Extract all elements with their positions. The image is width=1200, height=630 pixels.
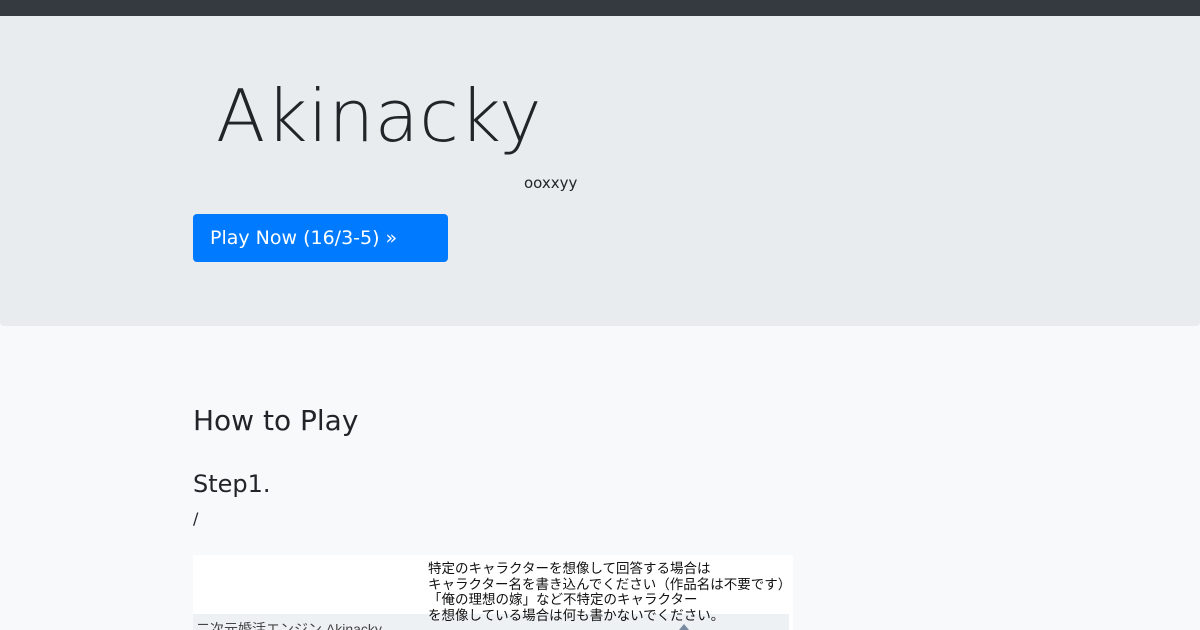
site-title: Akinacky bbox=[216, 74, 543, 158]
site-subtitle: ooxxyy bbox=[524, 174, 578, 192]
top-navbar bbox=[0, 0, 1200, 16]
instruction-line-4: を想像している場合は何も書かないでください。 bbox=[428, 607, 725, 624]
play-now-button[interactable]: Play Now (16/3-5) » bbox=[193, 214, 448, 262]
screenshot-instructions: 特定のキャラクターを想像して回答する場合は キャラクター名を書き込んでください（… bbox=[428, 561, 792, 624]
instruction-line-1: 特定のキャラクターを想像して回答する場合は bbox=[428, 561, 711, 577]
step-1-heading: Step1. bbox=[193, 470, 271, 498]
instruction-line-3: 「俺の理想の嫁」など不特定のキャラクター bbox=[428, 592, 698, 608]
instruction-line-2: キャラクター名を書き込んでください（作品名は不要です） bbox=[428, 576, 792, 593]
hero-banner: Akinacky ooxxyy Play Now (16/3-5) » bbox=[0, 16, 1200, 326]
step-1-screenshot: 二次元婚活エンジン Akinacky 特定のキャラクターを想像して回答する場合は… bbox=[193, 555, 793, 630]
how-to-play-heading: How to Play bbox=[193, 404, 359, 437]
screenshot-app-title: 二次元婚活エンジン Akinacky bbox=[196, 621, 382, 630]
arrow-up-icon bbox=[679, 624, 689, 630]
step-1-text: / bbox=[193, 509, 199, 528]
